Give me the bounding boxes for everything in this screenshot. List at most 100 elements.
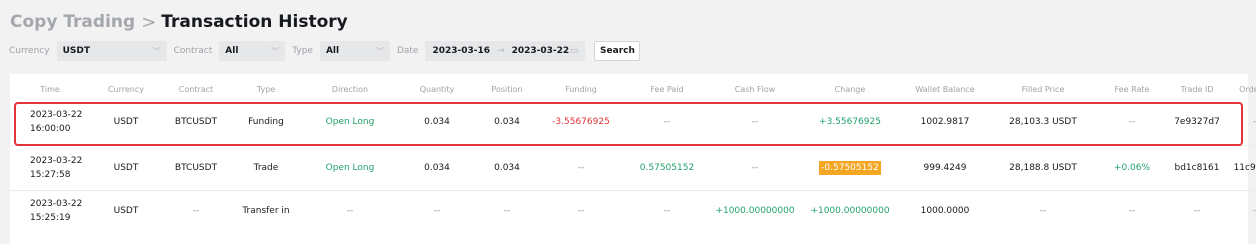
funding-value: -3.55676925 [552,116,610,127]
date-end[interactable]: 2023-03-22 [512,46,570,56]
type-value: All [325,46,340,56]
table-row[interactable]: 2023-03-22 15:25:19 USDT -- Transfer in -- -- -… [10,189,1256,232]
cell-type: Funding [230,99,302,145]
direction-value: Open Long [325,162,375,173]
type-value: Transfer in [242,206,290,217]
cell-change: +1000.00000000 [800,189,900,232]
column-header: Filled Price [1021,84,1065,94]
cell-contract: BTCUSDT [162,99,230,145]
cell-quantity: -- [398,189,476,232]
wallet-balance-value: 1000.0000 [920,206,970,217]
cell-trade-id: -- [1168,189,1226,232]
trade-id-value: -- [1193,206,1201,217]
cell-time: 2023-03-22 15:27:58 [10,144,90,190]
cell-position: 0.034 [476,99,538,145]
type-select[interactable]: All ﹀ [319,41,390,61]
currency-value: USDT [113,206,139,217]
calendar-icon[interactable]: ▭ [570,46,579,56]
cell-direction: Open Long [302,99,398,145]
wallet-balance-value: 1002.9817 [920,116,970,127]
transaction-table: Time Currency Contract Type Direction Quantit… [10,79,1256,232]
column-header: Change [834,84,866,94]
date-label: Date [396,46,419,56]
currency-label: Currency [9,46,50,56]
fee-rate-value: -- [1128,206,1136,217]
column-header: Position [491,84,523,94]
cell-change: -0.57505152 [800,144,900,190]
cell-filled-price: -- [990,189,1096,232]
wallet-balance-value: 999.4249 [923,162,967,173]
cell-fee-paid: 0.57505152 [624,144,710,190]
chevron-down-icon: ﹀ [152,46,161,56]
time-date: 2023-03-22 [30,109,83,120]
chevron-down-icon: ﹀ [375,46,384,56]
cell-position: -- [476,189,538,232]
cell-change: +3.55676925 [800,99,900,145]
date-range-picker[interactable]: 2023-03-16 → 2023-03-22 ▭ [425,41,586,61]
date-start[interactable]: 2023-03-16 [432,46,490,56]
time-clock: 15:25:19 [30,213,71,224]
quantity-value: -- [433,206,441,217]
contract-value: BTCUSDT [174,116,218,127]
trade-id-value: 7e9327d7 [1174,116,1220,127]
column-header: Funding [565,84,597,94]
filled-price-value: 28,103.3 USDT [1009,116,1077,127]
cell-wallet-balance: 1002.9817 [900,99,990,145]
search-button[interactable]: Search [594,41,641,61]
cell-contract: -- [162,189,230,232]
quantity-value: 0.034 [424,116,450,127]
contract-value: -- [192,206,200,217]
time-clock: 16:00:00 [30,123,71,134]
contract-select[interactable]: All ﹀ [219,41,286,61]
cell-wallet-balance: 1000.0000 [900,189,990,232]
cell-quantity: 0.034 [398,99,476,145]
direction-value: Open Long [325,116,375,127]
column-header: Trade ID [1180,84,1214,94]
column-header: Fee Rate [1114,84,1150,94]
cash-flow-value: +1000.00000000 [715,206,795,217]
cell-type: Transfer in [230,189,302,232]
contract-value: BTCUSDT [174,162,218,173]
contract-value: All [225,46,239,56]
currency-value: USDT [62,46,90,56]
fee-paid-value: -- [663,206,671,217]
cell-quantity: 0.034 [398,144,476,190]
change-value: -0.57505152 [819,160,881,175]
column-header: Wallet Balance [915,84,975,94]
breadcrumb-separator: > [141,11,157,33]
page-title: Copy Trading > Transaction History [10,10,348,34]
cell-trade-id: bd1c8161 [1168,144,1226,190]
funding-value: -- [577,162,585,173]
cell-cash-flow: -- [710,144,800,190]
type-value: Funding [248,116,284,127]
order-id-value: 11c9b6be [1233,162,1256,173]
cell-funding: -- [538,189,624,232]
cell-position: 0.034 [476,144,538,190]
cell-wallet-balance: 999.4249 [900,144,990,190]
breadcrumb-parent[interactable]: Copy Trading [10,12,135,32]
cell-direction: -- [302,189,398,232]
currency-select[interactable]: USDT ﹀ [56,41,167,61]
fee-paid-value: 0.57505152 [639,162,695,173]
column-header: Quantity [419,84,455,94]
fee-rate-value: +0.06% [1113,162,1151,173]
column-header: Time [40,84,60,94]
time-clock: 15:27:58 [30,169,71,180]
cell-direction: Open Long [302,144,398,190]
filled-price-value: 28,188.8 USDT [1009,162,1077,173]
table-row[interactable]: 2023-03-22 15:27:58 USDT BTCUSDT Trade Open L… [10,144,1256,190]
breadcrumb-current: Transaction History [161,12,348,32]
table-row[interactable]: 2023-03-22 16:00:00 USDT BTCUSDT Funding Open… [10,99,1256,145]
cell-filled-price: 28,188.8 USDT [990,144,1096,190]
cell-currency: USDT [90,189,162,232]
contract-label: Contract [173,46,213,56]
cell-time: 2023-03-22 16:00:00 [10,99,90,145]
column-header: Currency [107,84,145,94]
cell-type: Trade [230,144,302,190]
cell-fee-rate: -- [1096,99,1168,145]
type-label: Type [292,46,313,56]
cell-cash-flow: -- [710,99,800,145]
type-value: Trade [253,162,279,173]
position-value: 0.034 [494,162,520,173]
time-date: 2023-03-22 [30,155,83,166]
